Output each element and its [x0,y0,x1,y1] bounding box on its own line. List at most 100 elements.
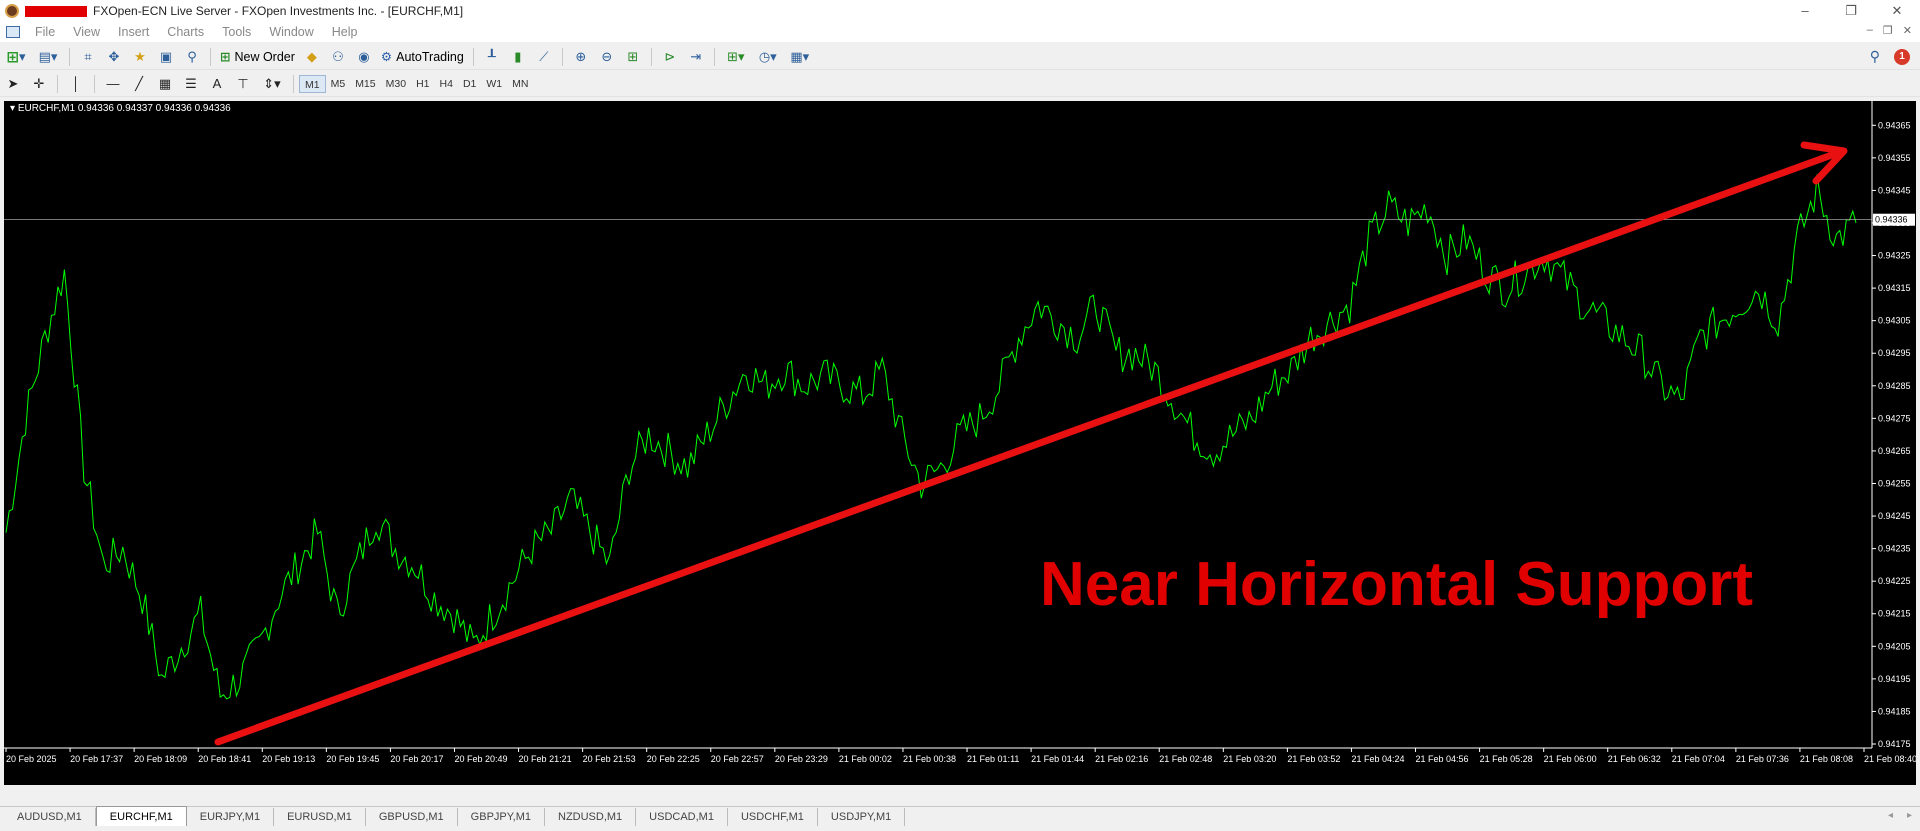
timeframe-m30[interactable]: M30 [381,75,411,93]
timeframe-m5[interactable]: M5 [326,75,351,93]
strategy-tester-icon[interactable]: ⚲ [181,47,203,67]
menu-charts[interactable]: Charts [158,25,213,39]
tab-gbpusd[interactable]: GBPUSD,M1 [366,808,458,826]
autotrading-button[interactable]: ⚙ AutoTrading [377,47,468,67]
vertical-line-icon[interactable]: │ [65,74,87,94]
tab-nzdusd[interactable]: NZDUSD,M1 [545,808,637,826]
autotrading-icon: ⚙ [380,50,393,64]
symbol-info: ▾ EURCHF,M1 0.94336 0.94337 0.94336 0.94… [10,103,231,114]
menu-view[interactable]: View [64,25,109,39]
indicators-button[interactable]: ⊞▾ [722,47,750,67]
tile-windows-icon[interactable]: ⊞ [622,47,644,67]
tab-eurusd[interactable]: EURUSD,M1 [274,808,366,826]
zoom-out-icon[interactable]: ⊖ [596,47,618,67]
x-tick-label: 21 Feb 01:44 [1031,754,1084,764]
menu-insert[interactable]: Insert [109,25,158,39]
trendline-icon[interactable]: ╱ [128,74,150,94]
data-window-icon[interactable]: ✥ [103,47,125,67]
signals-icon[interactable]: ⚇ [327,47,349,67]
line-chart-icon[interactable]: ⟋ [533,47,555,67]
channel-icon[interactable]: ▦ [154,74,176,94]
close-button[interactable]: ✕ [1874,0,1920,22]
menu-bar: File View Insert Charts Tools Window Hel… [0,22,1920,42]
chart-area[interactable]: 0.943650.943550.943450.943350.943250.943… [4,101,1916,785]
timeframe-d1[interactable]: D1 [458,75,481,93]
tab-gbpjpy[interactable]: GBPJPY,M1 [458,808,545,826]
timeframe-h4[interactable]: H4 [435,75,458,93]
navigator-icon[interactable]: ★ [129,47,151,67]
vps-icon[interactable]: ◉ [353,47,375,67]
chart-tabs: AUDUSD,M1 EURCHF,M1 EURJPY,M1 EURUSD,M1 … [0,806,1920,826]
timeframe-m15[interactable]: M15 [350,75,380,93]
tab-usdchf[interactable]: USDCHF,M1 [728,808,818,826]
x-tick-label: 20 Feb 21:21 [519,754,572,764]
timeframe-w1[interactable]: W1 [481,75,507,93]
price-chart[interactable]: 0.943650.943550.943450.943350.943250.943… [4,101,1916,785]
x-tick-label: 20 Feb 19:45 [326,754,379,764]
x-tick-label: 21 Feb 01:11 [967,754,1019,764]
y-tick-label: 0.94225 [1878,576,1911,586]
search-icon[interactable]: ⚲ [1870,48,1880,65]
trend-arrow-line [214,148,1844,746]
toolbar-separator [69,47,70,66]
horizontal-line-icon[interactable]: — [102,74,124,94]
menu-tools[interactable]: Tools [213,25,260,39]
maximize-button[interactable]: ❐ [1828,0,1874,22]
minimize-button[interactable]: – [1782,0,1828,22]
x-tick-label: 21 Feb 06:00 [1544,754,1597,764]
bar-chart-icon[interactable]: ┸ [481,47,503,67]
crosshair-icon[interactable]: ✛ [28,74,50,94]
new-order-icon: ⊞ [220,50,231,64]
x-tick-label: 21 Feb 00:02 [839,754,892,764]
y-tick-label: 0.94355 [1878,153,1911,163]
x-tick-label: 21 Feb 00:38 [903,754,956,764]
tab-eurchf[interactable]: EURCHF,M1 [95,806,187,826]
y-tick-label: 0.94325 [1878,251,1911,261]
fibonacci-icon[interactable]: ☰ [180,74,202,94]
notification-badge[interactable]: 1 [1894,48,1910,65]
chart-window-icon[interactable] [6,26,20,38]
mdi-minimize-icon[interactable]: – [1867,24,1873,37]
new-chart-button[interactable]: ⊞ ▾ [2,47,30,67]
x-tick-label: 21 Feb 03:52 [1287,754,1340,764]
current-price-label: 0.94336 [1875,215,1908,225]
zoom-in-icon[interactable]: ⊕ [570,47,592,67]
templates-button[interactable]: ▦▾ [786,47,814,67]
y-tick-label: 0.94255 [1878,478,1911,488]
menu-file[interactable]: File [26,25,64,39]
x-tick-label: 20 Feb 18:41 [198,754,251,764]
tab-audusd[interactable]: AUDUSD,M1 [4,808,96,826]
profiles-button[interactable]: ▤▾ [34,47,62,67]
toolbar-separator [650,47,652,66]
periods-button[interactable]: ◷▾ [754,47,782,67]
menu-help[interactable]: Help [323,25,367,39]
y-tick-label: 0.94245 [1878,511,1911,521]
timeframe-h1[interactable]: H1 [411,75,434,93]
toolbar-separator [561,47,563,66]
auto-scroll-icon[interactable]: ⊳ [659,47,681,67]
timeframe-mn[interactable]: MN [507,75,533,93]
candlestick-icon[interactable]: ▮ [507,47,529,67]
tab-eurjpy[interactable]: EURJPY,M1 [187,808,275,826]
terminal-icon[interactable]: ▣ [155,47,177,67]
chart-shift-icon[interactable]: ⇥ [685,47,707,67]
metaeditor-icon[interactable]: ◆ [301,47,323,67]
market-watch-icon[interactable]: ⌗ [77,47,99,67]
tab-usdjpy[interactable]: USDJPY,M1 [818,808,906,826]
arrows-button[interactable]: ⇕▾ [258,74,286,94]
mdi-close-icon[interactable]: ✕ [1903,24,1912,37]
tab-scroll-right-icon[interactable]: ▸ [1907,810,1912,821]
symbol-info-text: EURCHF,M1 0.94336 0.94337 0.94336 0.9433… [17,103,231,114]
tab-scroll-left-icon[interactable]: ◂ [1888,810,1893,821]
x-tick-label: 20 Feb 18:09 [134,754,187,764]
text-label-icon[interactable]: ⊤ [232,74,254,94]
y-tick-label: 0.94175 [1878,739,1911,749]
timeframe-m1[interactable]: M1 [299,74,326,93]
mdi-restore-icon[interactable]: ❐ [1883,24,1893,37]
tab-usdcad[interactable]: USDCAD,M1 [636,808,728,826]
text-icon[interactable]: A [206,74,228,94]
new-order-button[interactable]: ⊞ New Order [216,47,299,67]
cursor-icon[interactable]: ➤ [2,74,24,94]
x-tick-label: 21 Feb 03:20 [1223,754,1276,764]
menu-window[interactable]: Window [260,25,322,39]
